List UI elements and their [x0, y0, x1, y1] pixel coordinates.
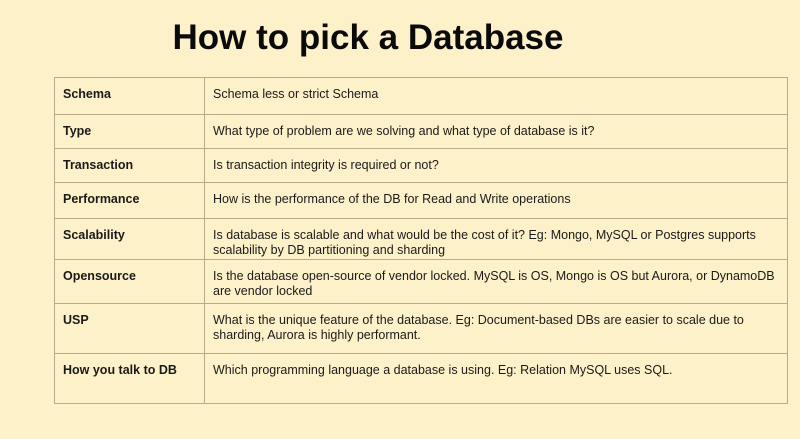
- criterion-description: What is the unique feature of the databa…: [204, 303, 788, 354]
- criterion-label: Transaction: [54, 148, 205, 183]
- criterion-description: Is transaction integrity is required or …: [204, 148, 788, 183]
- criterion-description: Is the database open-source of vendor lo…: [204, 259, 788, 304]
- table-row: Performance How is the performance of th…: [54, 182, 788, 219]
- table-row: USP What is the unique feature of the da…: [54, 303, 788, 354]
- criterion-label: Performance: [54, 182, 205, 219]
- criterion-description: Is database is scalable and what would b…: [204, 218, 788, 260]
- table-row: Opensource Is the database open-source o…: [54, 259, 788, 304]
- criterion-description: How is the performance of the DB for Rea…: [204, 182, 788, 219]
- criterion-description: Schema less or strict Schema: [204, 77, 788, 115]
- criterion-description: What type of problem are we solving and …: [204, 114, 788, 149]
- page-title: How to pick a Database: [172, 18, 564, 57]
- criterion-label: Type: [54, 114, 205, 149]
- table-row: How you talk to DB Which programming lan…: [54, 353, 788, 404]
- criterion-label: Schema: [54, 77, 205, 115]
- table-row: Type What type of problem are we solving…: [54, 114, 788, 149]
- criterion-label: Opensource: [54, 259, 205, 304]
- criterion-description: Which programming language a database is…: [204, 353, 788, 404]
- table-row: Schema Schema less or strict Schema: [54, 77, 788, 115]
- criteria-table: Schema Schema less or strict Schema Type…: [54, 77, 788, 404]
- table-row: Scalability Is database is scalable and …: [54, 218, 788, 260]
- criterion-label: USP: [54, 303, 205, 354]
- criterion-label: How you talk to DB: [54, 353, 205, 404]
- table-row: Transaction Is transaction integrity is …: [54, 148, 788, 183]
- criterion-label: Scalability: [54, 218, 205, 260]
